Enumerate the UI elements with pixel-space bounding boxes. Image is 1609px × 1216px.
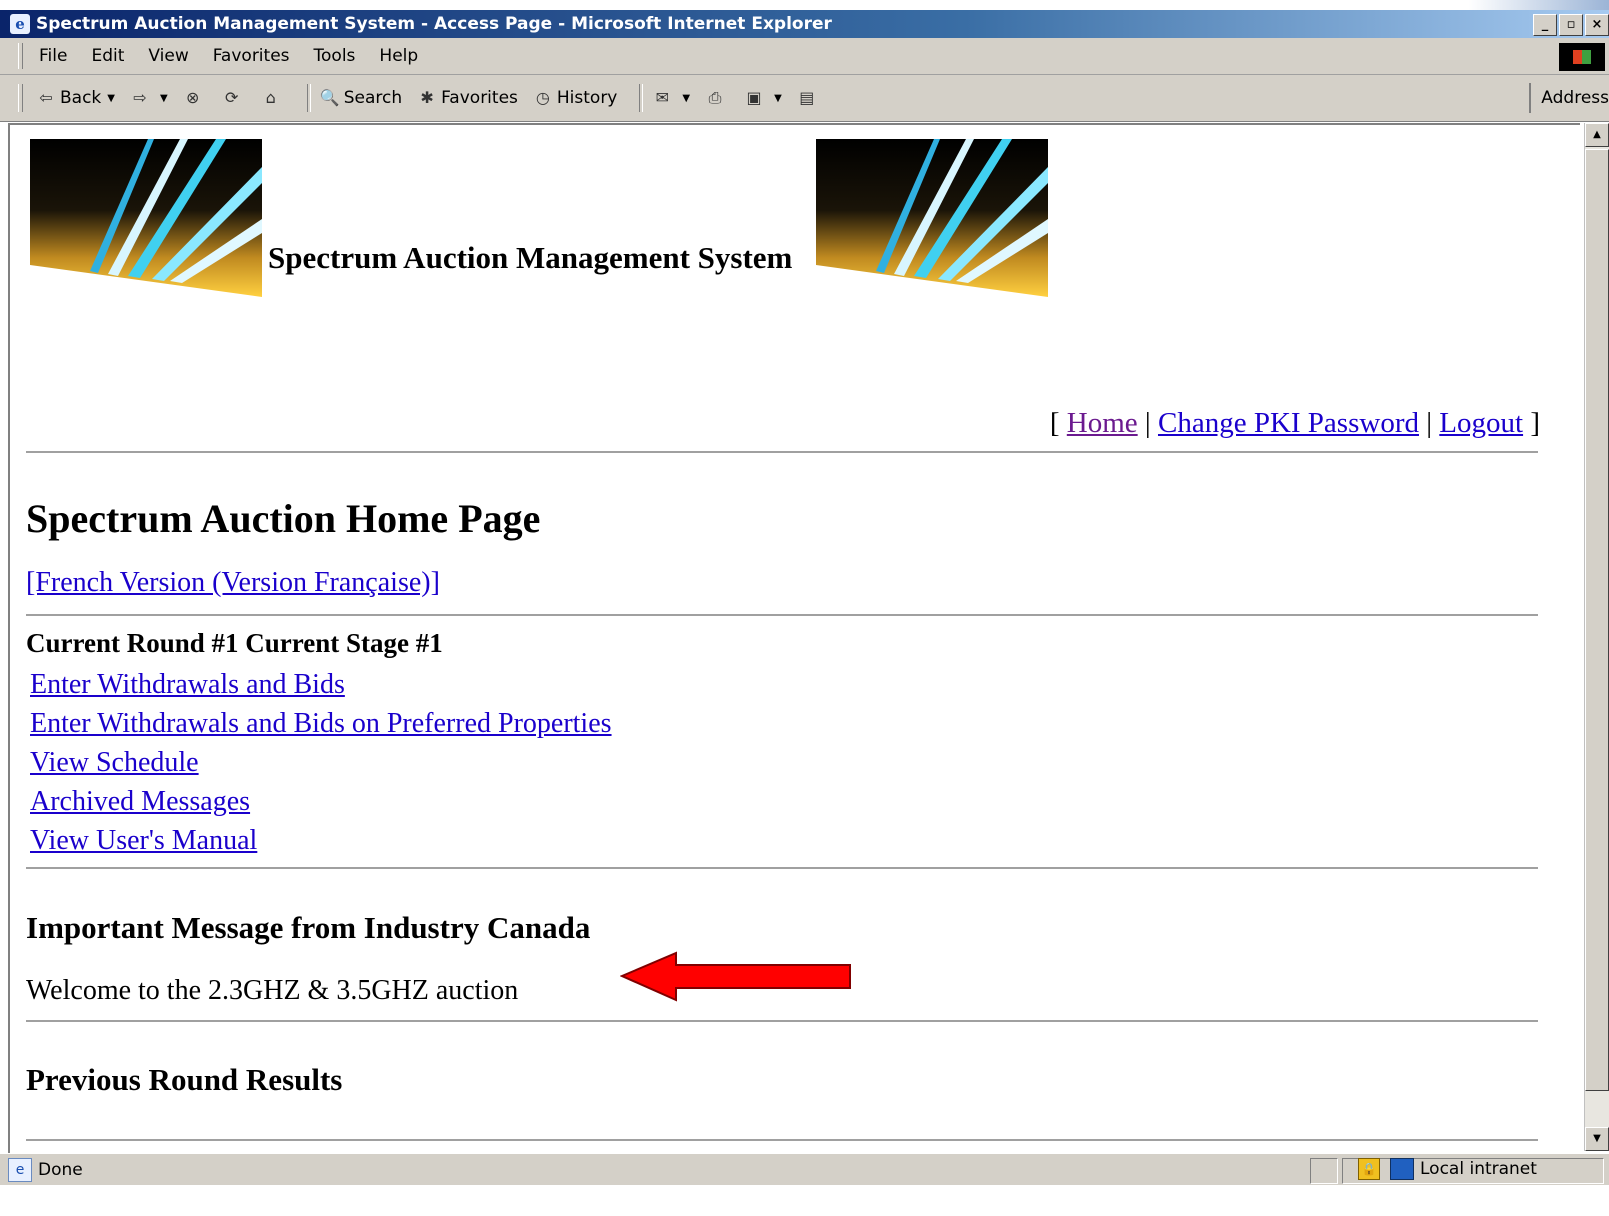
home-button[interactable]: ⌂ bbox=[260, 87, 285, 109]
print-button[interactable]: ⎙ bbox=[704, 87, 729, 109]
menu-favorites[interactable]: Favorites bbox=[213, 46, 290, 66]
restore-button[interactable]: ▫ bbox=[1559, 14, 1583, 36]
menu-view[interactable]: View bbox=[148, 46, 188, 66]
lock-icon: 🔒 bbox=[1358, 1158, 1380, 1180]
divider bbox=[26, 614, 1538, 616]
windows-logo-icon bbox=[1559, 43, 1605, 71]
print-icon: ⎙ bbox=[708, 88, 722, 107]
forward-icon: ⇨ bbox=[133, 88, 147, 107]
menu-grip[interactable] bbox=[18, 43, 23, 69]
red-arrow-icon bbox=[620, 951, 851, 1002]
page-title: Spectrum Auction Home Page bbox=[26, 496, 541, 541]
french-version-link[interactable]: [French Version (Version Française)] bbox=[26, 567, 440, 599]
scroll-thumb[interactable] bbox=[1585, 149, 1609, 1091]
mail-icon: ✉ bbox=[655, 88, 670, 107]
menu-help[interactable]: Help bbox=[379, 46, 418, 66]
standard-toolbar: ⇦ Back ▼ ⇨ ▼ ⊗ ⟳ ⌂ 🔍 Search ✱ Favorites … bbox=[0, 75, 1609, 122]
discuss-button[interactable]: ▤ bbox=[796, 87, 821, 109]
vertical-scrollbar[interactable]: ▲ ▼ bbox=[1584, 123, 1609, 1151]
back-button[interactable]: ⇦ Back ▼ bbox=[35, 87, 115, 109]
round-status: Current Round #1 Current Stage #1 bbox=[26, 628, 443, 658]
divider bbox=[26, 1020, 1538, 1022]
toolbar-separator bbox=[306, 84, 311, 112]
security-zone: 🔒 Local intranet bbox=[1358, 1158, 1537, 1180]
previous-round-heading: Previous Round Results bbox=[26, 1062, 343, 1097]
desktop-decoration bbox=[1469, 0, 1609, 10]
close-button[interactable]: × bbox=[1585, 14, 1609, 36]
nav-separator: | bbox=[1144, 407, 1151, 439]
search-icon: 🔍 bbox=[319, 88, 340, 107]
mail-button[interactable]: ✉ ▼ bbox=[651, 87, 690, 109]
banner-image-right bbox=[816, 139, 1048, 297]
mail-dropdown-icon[interactable]: ▼ bbox=[682, 93, 690, 104]
menu-file[interactable]: File bbox=[39, 46, 67, 66]
status-bar: e Done 🔒 Local intranet bbox=[0, 1153, 1609, 1186]
back-dropdown-icon[interactable]: ▼ bbox=[107, 93, 115, 104]
logout-link[interactable]: Logout bbox=[1439, 407, 1523, 439]
zone-label: Local intranet bbox=[1420, 1159, 1537, 1179]
view-users-manual-link[interactable]: View User's Manual bbox=[30, 825, 257, 856]
toolbar-grip[interactable] bbox=[18, 84, 23, 112]
divider bbox=[26, 451, 1538, 453]
banner-title: Spectrum Auction Management System bbox=[268, 240, 793, 275]
view-schedule-link[interactable]: View Schedule bbox=[30, 747, 199, 778]
history-button[interactable]: ◷ History bbox=[532, 87, 617, 109]
home-icon: ⌂ bbox=[265, 88, 276, 107]
refresh-button[interactable]: ⟳ bbox=[221, 87, 246, 109]
edit-dropdown-icon[interactable]: ▼ bbox=[774, 93, 782, 104]
search-button[interactable]: 🔍 Search bbox=[319, 87, 402, 109]
divider bbox=[26, 867, 1538, 869]
favorites-label: Favorites bbox=[441, 88, 518, 108]
menu-bar: File Edit View Favorites Tools Help bbox=[0, 38, 1609, 75]
top-navigation: [ Home | Change PKI Password | Logout ] bbox=[1050, 407, 1540, 440]
important-message-text: Welcome to the 2.3GHZ & 3.5GHZ auction bbox=[26, 975, 519, 1006]
status-panel bbox=[1310, 1158, 1338, 1184]
page-content: Spectrum Auction Management System [ Hom… bbox=[8, 123, 1580, 1153]
menu-tools[interactable]: Tools bbox=[314, 46, 356, 66]
discuss-icon: ▤ bbox=[799, 88, 815, 107]
stop-button[interactable]: ⊗ bbox=[182, 87, 207, 109]
window-titlebar[interactable]: e Spectrum Auction Management System - A… bbox=[0, 10, 1609, 38]
menu-edit[interactable]: Edit bbox=[91, 46, 124, 66]
banner-image-left bbox=[30, 139, 262, 297]
address-label: Address bbox=[1529, 83, 1609, 113]
favorites-icon: ✱ bbox=[420, 88, 434, 107]
history-label: History bbox=[556, 88, 618, 108]
nav-separator: | bbox=[1426, 407, 1433, 439]
divider bbox=[26, 1139, 1538, 1141]
window-controls: _ ▫ × bbox=[1533, 14, 1609, 36]
history-icon: ◷ bbox=[535, 88, 550, 107]
page-done-icon: e bbox=[8, 1158, 32, 1182]
desktop-bottom bbox=[0, 1185, 1609, 1216]
window-title: Spectrum Auction Management System - Acc… bbox=[36, 14, 832, 34]
search-label: Search bbox=[343, 88, 403, 108]
home-link[interactable]: Home bbox=[1067, 407, 1138, 439]
nav-bracket-open: [ bbox=[1049, 407, 1060, 439]
important-message-heading: Important Message from Industry Canada bbox=[26, 910, 591, 945]
back-label: Back bbox=[60, 88, 102, 108]
toolbar-separator bbox=[639, 84, 644, 112]
ie-icon: e bbox=[10, 14, 30, 34]
desktop-strip bbox=[0, 0, 1609, 10]
scroll-down-button[interactable]: ▼ bbox=[1585, 1127, 1609, 1151]
back-icon: ⇦ bbox=[39, 88, 53, 107]
enter-bids-preferred-link[interactable]: Enter Withdrawals and Bids on Preferred … bbox=[30, 708, 612, 739]
intranet-icon bbox=[1390, 1158, 1414, 1180]
enter-withdrawals-bids-link[interactable]: Enter Withdrawals and Bids bbox=[30, 669, 345, 700]
edit-button[interactable]: ▣ ▼ bbox=[743, 87, 782, 109]
refresh-icon: ⟳ bbox=[224, 88, 239, 107]
change-pki-password-link[interactable]: Change PKI Password bbox=[1158, 407, 1419, 439]
scroll-up-button[interactable]: ▲ bbox=[1585, 123, 1609, 147]
edit-icon: ▣ bbox=[746, 88, 762, 107]
forward-button[interactable]: ⇨ ▼ bbox=[129, 87, 168, 109]
forward-dropdown-icon[interactable]: ▼ bbox=[160, 93, 168, 104]
archived-messages-link[interactable]: Archived Messages bbox=[30, 786, 250, 817]
favorites-button[interactable]: ✱ Favorites bbox=[416, 87, 518, 109]
status-text: Done bbox=[38, 1160, 83, 1180]
stop-icon: ⊗ bbox=[185, 88, 200, 107]
action-links: Enter Withdrawals and Bids Enter Withdra… bbox=[30, 665, 612, 860]
nav-bracket-close: ] bbox=[1530, 407, 1540, 439]
minimize-button[interactable]: _ bbox=[1533, 14, 1557, 36]
